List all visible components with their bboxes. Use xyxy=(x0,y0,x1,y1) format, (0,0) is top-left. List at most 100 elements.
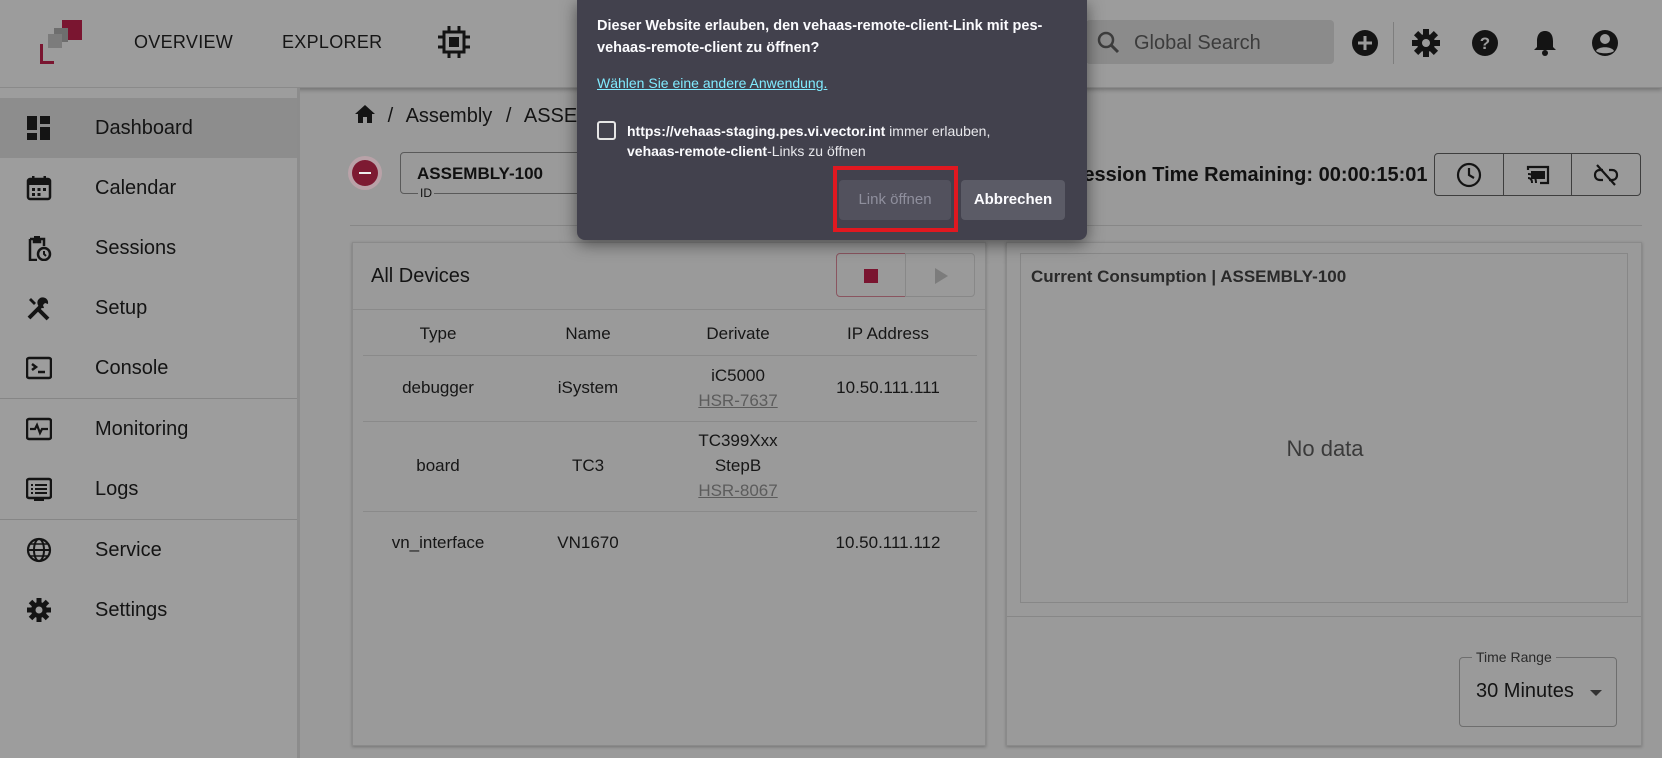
nav-overview[interactable]: OVERVIEW xyxy=(134,32,233,53)
cast-icon xyxy=(1526,165,1549,185)
no-data-message: No data xyxy=(1286,436,1364,461)
clock-icon xyxy=(1456,162,1482,188)
sidebar-item-calendar[interactable]: Calendar xyxy=(0,158,297,218)
derivate-line: iC5000 xyxy=(711,366,765,385)
global-search[interactable]: Global Search xyxy=(1086,20,1334,64)
allow-text: immer erlauben, xyxy=(885,123,991,139)
sidebar-item-label: Sessions xyxy=(95,237,177,259)
search-placeholder: Global Search xyxy=(1134,32,1261,54)
row-divider xyxy=(363,421,977,422)
time-range-value: 30 Minutes xyxy=(1476,680,1574,702)
sidebar-item-monitoring[interactable]: Monitoring xyxy=(0,399,297,459)
breadcrumb-separator: / xyxy=(387,105,394,127)
clipboard-clock-icon xyxy=(28,236,52,261)
sidebar-item-sessions[interactable]: Sessions xyxy=(0,218,297,278)
cell-type: vn_interface xyxy=(391,533,485,552)
bell-icon[interactable] xyxy=(1530,28,1560,58)
time-range-label: Time Range xyxy=(1472,649,1556,665)
all-devices-card: All Devices Type Name Derivate IP Addres… xyxy=(352,242,986,746)
logs-icon xyxy=(26,477,52,501)
session-id-value: ASSEMBLY-100 xyxy=(417,164,543,183)
play-icon xyxy=(935,268,948,284)
gear-icon[interactable] xyxy=(1411,28,1441,58)
sidebar-item-console[interactable]: Console xyxy=(0,338,297,398)
cell-ip: 10.50.111.111 xyxy=(836,378,940,397)
sidebar-item-settings[interactable]: Settings xyxy=(0,580,297,640)
search-icon xyxy=(1097,31,1120,54)
column-header-name[interactable]: Name xyxy=(513,324,663,344)
sidebar-item-label: Service xyxy=(95,539,162,561)
column-header-ip[interactable]: IP Address xyxy=(813,324,963,344)
chip-icon[interactable] xyxy=(437,25,471,59)
row-divider xyxy=(363,355,977,356)
cell-ip: 10.50.111.112 xyxy=(835,533,941,552)
sidebar: Dashboard Calendar Sessions Setup Consol… xyxy=(0,88,300,758)
breadcrumb-item-assembly[interactable]: Assembly xyxy=(406,105,493,127)
session-time-remaining: Session Time Remaining: 00:00:15:01 xyxy=(1070,164,1428,186)
sidebar-item-label: Calendar xyxy=(95,177,177,199)
allow-url: https://vehaas-staging.pes.vi.vector.int xyxy=(627,123,886,139)
dialog-question: Dieser Website erlauben, den vehaas-remo… xyxy=(597,18,1043,56)
column-header-type[interactable]: Type xyxy=(363,324,513,344)
nav-explorer[interactable]: EXPLORER xyxy=(282,32,382,53)
column-header-derivate[interactable]: Derivate xyxy=(663,324,813,344)
sidebar-item-label: Setup xyxy=(95,297,148,319)
open-external-app-dialog: Dieser Website erlauben, den vehaas-remo… xyxy=(577,0,1087,240)
add-circle-icon[interactable] xyxy=(1350,28,1380,58)
home-icon[interactable] xyxy=(354,104,376,124)
tools-icon xyxy=(27,297,50,321)
derivate-line: TC399Xxx xyxy=(698,431,778,450)
row-divider xyxy=(363,511,977,512)
unlink-button[interactable] xyxy=(1572,154,1640,195)
globe-icon xyxy=(26,537,52,563)
always-allow-checkbox[interactable] xyxy=(597,121,616,140)
card-divider xyxy=(1007,616,1641,617)
cancel-button[interactable]: Abbrechen xyxy=(961,180,1065,220)
monitor-pulse-icon xyxy=(26,417,52,441)
serial-link[interactable]: HSR-8067 xyxy=(663,478,813,503)
allow-scheme: vehaas-remote-client xyxy=(627,143,768,159)
app-logo[interactable] xyxy=(40,20,86,64)
console-icon xyxy=(26,356,52,380)
sidebar-item-dashboard[interactable]: Dashboard xyxy=(0,98,297,158)
stop-icon xyxy=(864,269,878,283)
cast-button[interactable] xyxy=(1504,154,1573,195)
toolbar-divider xyxy=(1393,22,1394,64)
stop-session-icon xyxy=(352,160,378,186)
allow-suffix: -Links zu öffnen xyxy=(767,143,866,159)
consumption-chart-area: Current Consumption | ASSEMBLY-100 No da… xyxy=(1020,253,1628,603)
breadcrumb-separator: / xyxy=(505,105,512,127)
session-id-label: ID xyxy=(418,186,434,200)
link-off-icon xyxy=(1594,164,1619,186)
help-icon[interactable]: ? xyxy=(1470,28,1500,58)
devices-title: All Devices xyxy=(371,265,470,287)
session-action-group xyxy=(1434,153,1641,196)
sidebar-item-setup[interactable]: Setup xyxy=(0,278,297,338)
cell-derivate: iC5000 HSR-7637 xyxy=(663,363,813,413)
sidebar-item-label: Console xyxy=(95,357,169,379)
dashboard-icon xyxy=(27,116,50,140)
account-icon[interactable] xyxy=(1590,28,1620,58)
sidebar-item-service[interactable]: Service xyxy=(0,520,297,580)
serial-link[interactable]: HSR-7637 xyxy=(663,388,813,413)
start-all-button[interactable] xyxy=(905,253,975,297)
session-status-button[interactable] xyxy=(348,156,382,190)
cell-type: board xyxy=(416,456,460,475)
time-range-select[interactable]: Time Range 30 Minutes xyxy=(1459,649,1617,727)
gear-icon xyxy=(27,598,51,622)
always-allow-label: https://vehaas-staging.pes.vi.vector.int… xyxy=(627,121,1067,161)
current-consumption-card: Current Consumption | ASSEMBLY-100 No da… xyxy=(1006,242,1642,746)
extend-time-button[interactable] xyxy=(1435,154,1504,195)
stop-all-button[interactable] xyxy=(836,253,906,297)
chevron-down-icon xyxy=(1590,690,1602,696)
choose-other-app-link[interactable]: Wählen Sie eine andere Anwendung. xyxy=(597,75,827,91)
cell-name: VN1670 xyxy=(557,533,619,552)
derivate-line: StepB xyxy=(714,456,762,475)
cell-name: iSystem xyxy=(557,378,619,397)
svg-text:?: ? xyxy=(1480,34,1490,53)
calendar-icon xyxy=(26,176,52,201)
sidebar-item-label: Settings xyxy=(95,599,168,621)
cell-derivate: TC399Xxx StepB HSR-8067 xyxy=(663,428,813,503)
sidebar-item-logs[interactable]: Logs xyxy=(0,459,297,519)
sidebar-item-label: Monitoring xyxy=(95,418,189,440)
